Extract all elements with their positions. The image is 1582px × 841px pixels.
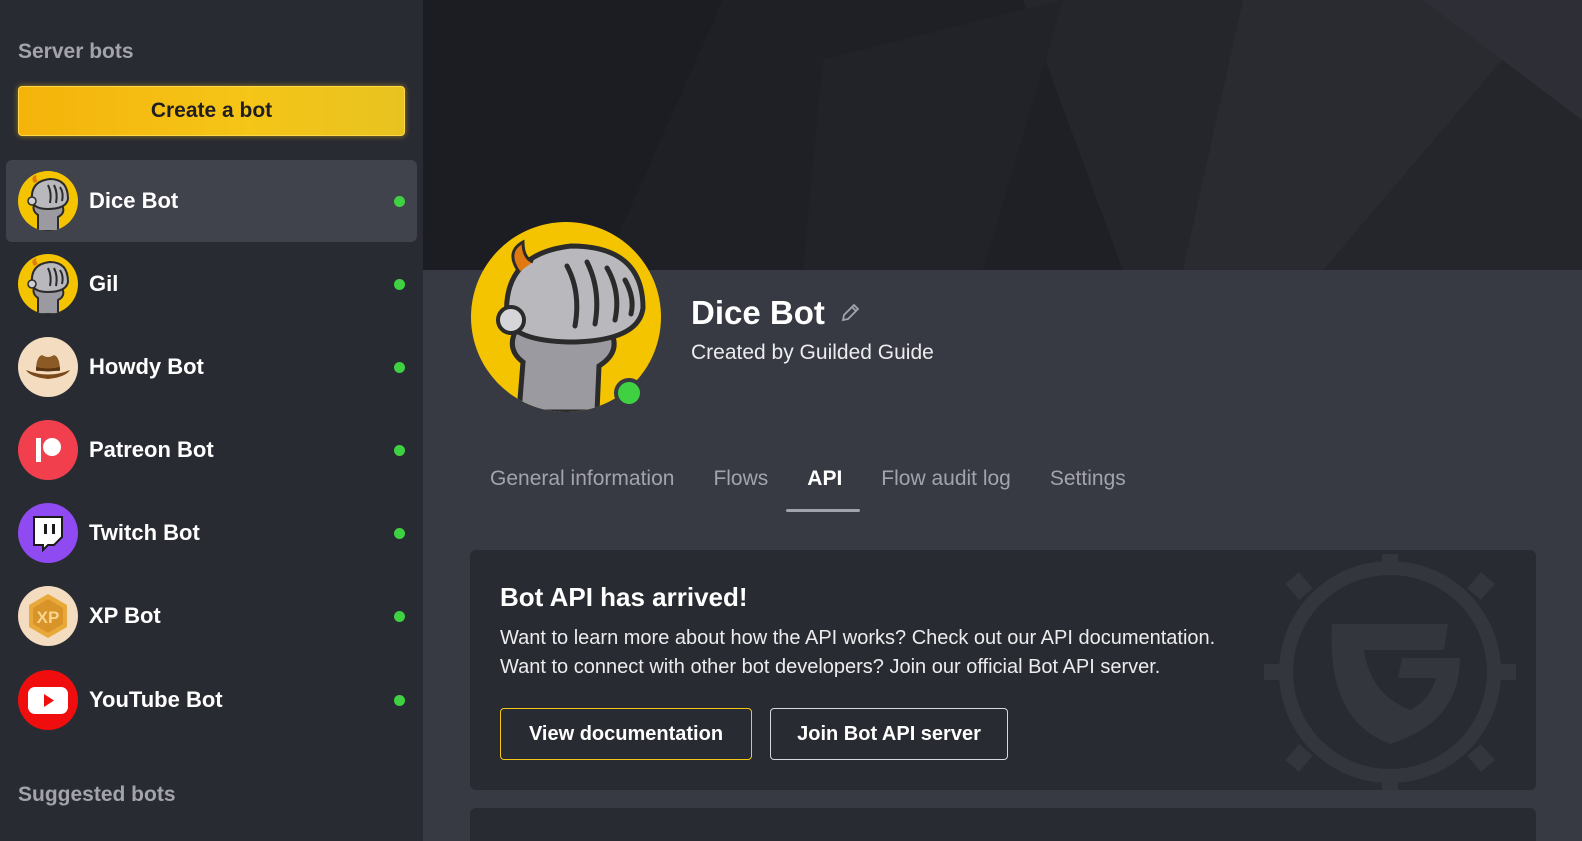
bot-name: Dice Bot xyxy=(89,188,179,213)
api-card-text-line-1: Want to learn more about how the API wor… xyxy=(500,627,1216,649)
bot-name: Gil xyxy=(89,271,119,296)
tab-api[interactable]: API xyxy=(786,465,861,513)
sidebar: Server bots Create a bot Dice Bot Gil Ho… xyxy=(0,0,423,841)
knight-icon xyxy=(18,171,78,231)
youtube-icon xyxy=(18,670,78,730)
bot-name: Howdy Bot xyxy=(89,354,204,379)
knight-icon xyxy=(18,254,78,314)
patreon-icon xyxy=(18,420,78,480)
pencil-icon[interactable] xyxy=(839,302,861,324)
online-status-dot xyxy=(394,610,405,622)
sidebar-item-patreon-bot[interactable]: Patreon Bot xyxy=(6,409,417,491)
tab-settings[interactable]: Settings xyxy=(1050,465,1126,513)
api-announcement-card: Bot API has arrived! Want to learn more … xyxy=(470,550,1536,790)
tab-flows[interactable]: Flows xyxy=(713,465,768,513)
tab-general-information[interactable]: General information xyxy=(490,465,674,513)
sidebar-item-twitch-bot[interactable]: Twitch Bot xyxy=(6,492,417,574)
api-card-title: Bot API has arrived! xyxy=(500,582,748,612)
online-status-dot xyxy=(394,278,405,290)
sidebar-item-youtube-bot[interactable]: YouTube Bot xyxy=(6,659,417,741)
sidebar-item-dice-bot[interactable]: Dice Bot xyxy=(6,160,417,242)
online-status-dot xyxy=(614,378,644,408)
bot-name: YouTube Bot xyxy=(89,687,223,712)
bot-name: XP Bot xyxy=(89,603,161,628)
sidebar-item-gil[interactable]: Gil xyxy=(6,243,417,325)
svg-text:XP: XP xyxy=(37,608,60,627)
main-panel: Dice Bot Created by Guilded Guide Genera… xyxy=(423,0,1582,841)
guilded-logo-icon xyxy=(1264,554,1516,790)
bot-name-heading: Dice Bot xyxy=(691,294,825,331)
create-bot-button[interactable]: Create a bot xyxy=(18,86,405,136)
cowboy-hat-icon xyxy=(18,337,78,397)
created-by-text: Created by Guilded Guide xyxy=(691,341,934,364)
api-card-text-line-2: Want to connect with other bot developer… xyxy=(500,656,1161,678)
xp-icon: XP xyxy=(18,586,78,646)
secondary-card xyxy=(470,808,1536,841)
view-documentation-button[interactable]: View documentation xyxy=(500,708,752,760)
sidebar-item-xp-bot[interactable]: XP XP Bot xyxy=(6,575,417,657)
join-bot-api-server-button[interactable]: Join Bot API server xyxy=(770,708,1008,760)
profile-title: Dice Bot xyxy=(691,294,861,332)
bot-name: Patreon Bot xyxy=(89,437,214,462)
server-bots-heading: Server bots xyxy=(18,40,134,63)
online-status-dot xyxy=(394,694,405,706)
online-status-dot xyxy=(394,361,405,373)
profile-tabs: General information Flows API Flow audit… xyxy=(490,465,1165,513)
online-status-dot xyxy=(394,195,405,207)
sidebar-item-howdy-bot[interactable]: Howdy Bot xyxy=(6,326,417,408)
tab-flow-audit-log[interactable]: Flow audit log xyxy=(881,465,1011,513)
online-status-dot xyxy=(394,527,405,539)
twitch-icon xyxy=(18,503,78,563)
suggested-bots-heading: Suggested bots xyxy=(18,783,176,806)
bot-name: Twitch Bot xyxy=(89,520,200,545)
online-status-dot xyxy=(394,444,405,456)
